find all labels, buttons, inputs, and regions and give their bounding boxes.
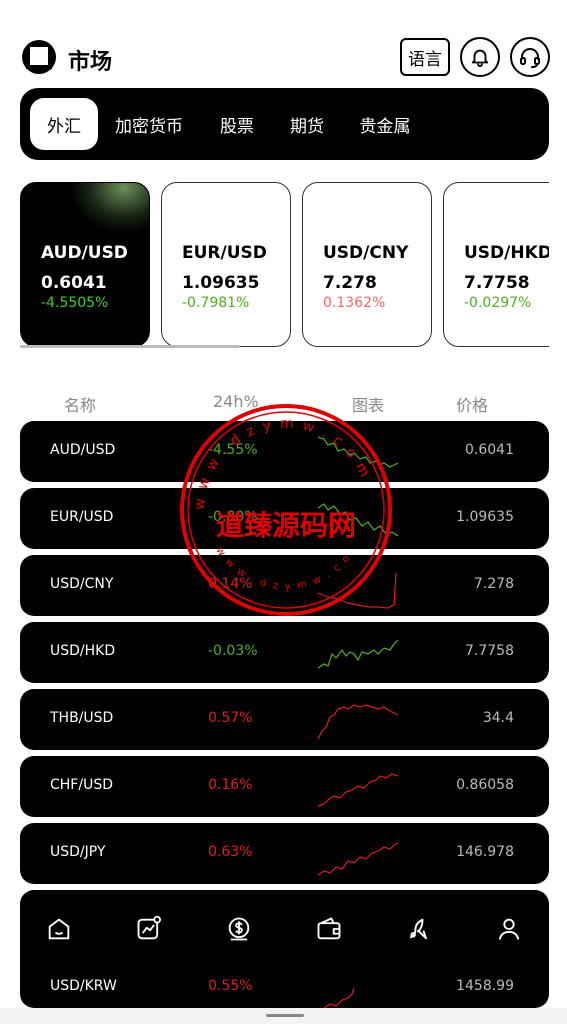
- row-price: 1458.99: [456, 978, 514, 994]
- bottom-nav: [20, 890, 549, 968]
- tab-stocks[interactable]: 股票: [210, 98, 264, 150]
- wallet-icon: [317, 917, 341, 940]
- row-price: 1.09635: [456, 509, 514, 525]
- logo-icon: [20, 38, 58, 76]
- nav-home[interactable]: [44, 914, 74, 944]
- sparkline: [318, 704, 398, 740]
- card-symbol: AUD/USD: [41, 243, 128, 263]
- table-row[interactable]: EUR/USD -0.80% 1.09635: [20, 488, 549, 549]
- card-usd-hkd[interactable]: USD/HKD 7.7758 -0.0297%: [443, 182, 549, 347]
- row-price: 0.6041: [465, 442, 514, 458]
- sparkline: [318, 773, 398, 807]
- card-change: 0.1362%: [323, 295, 386, 311]
- row-symbol: USD/HKD: [50, 643, 116, 659]
- row-symbol: USD/JPY: [50, 844, 106, 860]
- header-price: 价格: [456, 396, 489, 415]
- support-button[interactable]: [510, 37, 550, 77]
- nav-discover[interactable]: [404, 914, 434, 944]
- row-change: 0.55%: [208, 978, 253, 994]
- card-price: 7.7758: [464, 273, 530, 293]
- sparkline: [318, 503, 398, 537]
- row-symbol: EUR/USD: [50, 509, 114, 525]
- table-row[interactable]: THB/USD 0.57% 34.4: [20, 689, 549, 750]
- table-row[interactable]: AUD/USD -4.55% 0.6041: [20, 421, 549, 482]
- table-row[interactable]: CHF/USD 0.16% 0.86058: [20, 756, 549, 817]
- table-row[interactable]: USD/CNY 0.14% 7.278: [20, 555, 549, 616]
- row-symbol: USD/CNY: [50, 576, 114, 592]
- trade-icon: [228, 917, 250, 941]
- row-change: 0.57%: [208, 710, 253, 726]
- bell-icon: [471, 49, 489, 68]
- row-symbol: CHF/USD: [50, 777, 113, 793]
- header: 市场 语言: [0, 0, 567, 88]
- header-change: 24h%: [213, 392, 259, 411]
- card-price: 0.6041: [41, 273, 107, 293]
- card-change: -4.5505%: [41, 295, 109, 311]
- nav-wallet[interactable]: [314, 914, 344, 944]
- sparkline: [318, 639, 398, 669]
- home-indicator: [266, 1014, 304, 1017]
- language-button[interactable]: 语言: [400, 38, 450, 76]
- row-price: 146.978: [456, 844, 514, 860]
- card-price: 1.09635: [182, 273, 260, 293]
- page-title: 市场: [68, 50, 113, 75]
- profile-icon: [498, 918, 520, 940]
- tab-crypto[interactable]: 加密货币: [108, 98, 190, 150]
- category-tabs: 外汇 加密货币 股票 期货 贵金属: [20, 88, 549, 160]
- sparkline: [318, 572, 397, 609]
- tab-precious-metals[interactable]: 贵金属: [350, 98, 420, 150]
- table-row[interactable]: USD/KRW 0.55% 1458.99: [20, 962, 549, 1008]
- row-change: -0.03%: [208, 643, 258, 659]
- tab-forex[interactable]: 外汇: [30, 98, 98, 150]
- card-price: 7.278: [323, 273, 377, 293]
- table-row[interactable]: USD/JPY 0.63% 146.978: [20, 823, 549, 884]
- table-row[interactable]: USD/HKD -0.03% 7.7758: [20, 622, 549, 683]
- row-change: -0.80%: [208, 509, 258, 525]
- headset-icon: [520, 48, 540, 68]
- row-change: 0.14%: [208, 576, 253, 592]
- row-symbol: USD/KRW: [50, 978, 117, 994]
- nav-profile[interactable]: [494, 914, 524, 944]
- row-symbol: AUD/USD: [50, 442, 116, 458]
- card-usd-cny[interactable]: USD/CNY 7.278 0.1362%: [302, 182, 432, 347]
- card-symbol: USD/HKD: [464, 243, 549, 263]
- row-price: 7.7758: [465, 643, 514, 659]
- cards-scroll-indicator: [20, 345, 240, 348]
- row-change: -4.55%: [208, 442, 258, 458]
- card-aud-usd[interactable]: AUD/USD 0.6041 -4.5505%: [20, 182, 150, 347]
- row-symbol: THB/USD: [50, 710, 114, 726]
- header-chart: 图表: [352, 396, 385, 415]
- featured-cards: AUD/USD 0.6041 -4.5505% EUR/USD 1.09635 …: [20, 182, 549, 348]
- sparkline: [318, 436, 398, 468]
- market-icon: [137, 915, 162, 940]
- card-glow: [69, 183, 149, 233]
- sparkline: [323, 987, 355, 1008]
- rocket-icon: [409, 918, 427, 940]
- card-symbol: USD/CNY: [323, 243, 409, 263]
- card-change: -0.0297%: [464, 295, 532, 311]
- row-price: 34.4: [482, 710, 514, 726]
- row-change: 0.63%: [208, 844, 253, 860]
- card-change: -0.7981%: [182, 295, 250, 311]
- notifications-button[interactable]: [460, 37, 500, 77]
- nav-trade[interactable]: [224, 914, 254, 944]
- card-eur-usd[interactable]: EUR/USD 1.09635 -0.7981%: [161, 182, 291, 347]
- row-price: 0.86058: [456, 777, 514, 793]
- nav-market[interactable]: [134, 914, 164, 944]
- list-header: 名称 24h% 图表 价格: [0, 388, 567, 416]
- home-icon: [48, 918, 70, 940]
- row-change: 0.16%: [208, 777, 253, 793]
- header-name: 名称: [64, 396, 97, 415]
- row-price: 7.278: [473, 576, 514, 592]
- card-symbol: EUR/USD: [182, 243, 267, 263]
- sparkline: [318, 842, 398, 876]
- tab-futures[interactable]: 期货: [280, 98, 334, 150]
